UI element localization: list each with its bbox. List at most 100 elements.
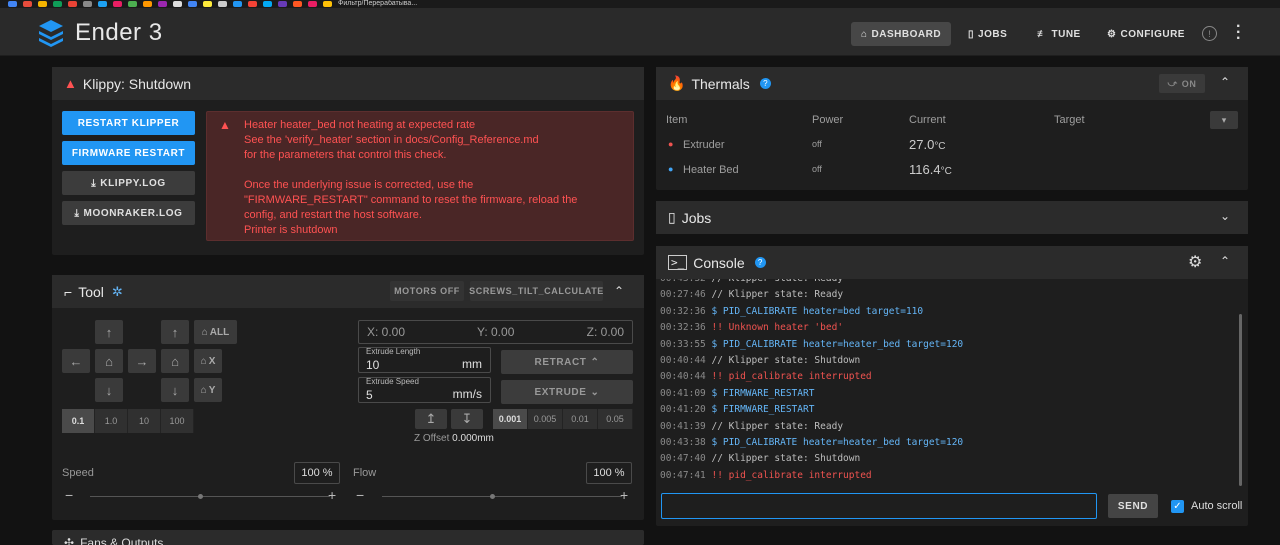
heater-current-unit: °C [940, 166, 952, 177]
nav-configure-button[interactable]: ⚙ CONFIGURE [1097, 22, 1195, 46]
flow-value-field[interactable]: 100 % [586, 462, 632, 484]
z-step-option[interactable]: 0.001 [493, 409, 528, 429]
collapse-icon[interactable]: ⌃ [614, 284, 624, 298]
speed-value-field[interactable]: 100 % [294, 462, 340, 484]
thermals-menu-button[interactable]: ▾ [1210, 111, 1238, 129]
help-icon[interactable]: ? [754, 257, 766, 268]
bookmark-icon[interactable] [68, 1, 77, 7]
speed-minus-icon[interactable]: − [65, 487, 73, 503]
nav-tune-button[interactable]: ≢ TUNE [1027, 22, 1091, 46]
extrude-speed-field[interactable]: Extrude Speed 5 mm/s [358, 377, 491, 403]
settings-gear-icon[interactable]: ⚙ [1188, 252, 1202, 272]
extrude-button[interactable]: EXTRUDE ⌄ [501, 380, 633, 404]
firmware-restart-button[interactable]: FIRMWARE RESTART [62, 141, 195, 165]
heater-current-unit: °C [934, 141, 946, 152]
col-item: Item [666, 114, 688, 126]
z-offset-down-button[interactable]: ↧ [451, 409, 483, 429]
collapse-icon[interactable]: ⌃ [1220, 75, 1230, 89]
homing-icon[interactable]: ✲ [112, 284, 123, 300]
jobs-card-header[interactable]: ▯ Jobs [656, 201, 1248, 234]
extrude-length-field[interactable]: Extrude Length 10 mm [358, 347, 491, 373]
bookmark-icon[interactable] [23, 1, 32, 7]
heater-current: 27.0°C [909, 137, 946, 152]
bookmark-icon[interactable] [98, 1, 107, 7]
more-menu-icon[interactable]: · · · [1236, 19, 1241, 47]
xy-step-option[interactable]: 1.0 [95, 409, 128, 433]
flow-minus-icon[interactable]: − [356, 487, 364, 503]
screws-tilt-button[interactable]: SCREWS_TILT_CALCULATE [469, 281, 603, 301]
jog-x-plus-button[interactable]: → [128, 349, 156, 373]
flow-plus-icon[interactable]: + [620, 487, 628, 503]
xy-step-option[interactable]: 0.1 [62, 409, 95, 433]
bookmark-label[interactable]: Фильтр/Перерабатыва... [338, 0, 417, 8]
bookmark-icon[interactable] [203, 1, 212, 7]
home-xy-button[interactable]: ⌂ [95, 349, 123, 373]
bookmark-icon[interactable] [83, 1, 92, 7]
bookmark-icon[interactable] [263, 1, 272, 7]
alert-icon: ▲ [219, 118, 231, 132]
home-y-button[interactable]: ⌂ Y [194, 378, 222, 402]
speed-plus-icon[interactable]: + [328, 487, 336, 503]
console-scrollbar[interactable] [1239, 314, 1242, 486]
z-step-option[interactable]: 0.01 [563, 409, 598, 429]
bookmark-icon[interactable] [113, 1, 122, 7]
motors-off-button[interactable]: MOTORS OFF [390, 281, 464, 301]
xy-step-option[interactable]: 10 [128, 409, 161, 433]
jobs-card[interactable]: ▯ Jobs ⌄ [656, 201, 1248, 234]
klippy-log-button[interactable]: ⤓ KLIPPY.LOG [62, 171, 195, 195]
bookmark-icon[interactable] [53, 1, 62, 7]
bookmark-icon[interactable] [38, 1, 47, 7]
klipper-logo-icon[interactable] [38, 19, 64, 52]
jog-z-plus-button[interactable]: ↑ [161, 320, 189, 344]
bookmark-icon[interactable] [233, 1, 242, 7]
jog-x-minus-button[interactable]: ← [62, 349, 90, 373]
bookmark-icon[interactable] [278, 1, 287, 7]
bookmark-icon[interactable] [143, 1, 152, 7]
home-z-button[interactable]: ⌂ [161, 349, 189, 373]
speed-slider[interactable] [90, 494, 330, 499]
z-offset-up-button[interactable]: ↥ [415, 409, 447, 429]
jog-y-plus-button[interactable]: ↑ [95, 320, 123, 344]
console-card: >_ Console ? ⚙ ⌃ SEND ✓ Auto scroll [656, 246, 1248, 526]
collapse-icon[interactable]: ⌃ [1220, 254, 1230, 268]
home-x-button[interactable]: ⌂ X [194, 349, 222, 373]
bookmark-icon[interactable] [188, 1, 197, 7]
jog-y-minus-button[interactable]: ↓ [95, 378, 123, 402]
fans-card-header[interactable]: ✣ Fans & Outputs [52, 530, 644, 545]
bookmark-icon[interactable] [218, 1, 227, 7]
send-button[interactable]: SEND [1108, 494, 1158, 518]
bookmark-icon[interactable] [128, 1, 137, 7]
home-all-button[interactable]: ⌂ ALL [194, 320, 237, 344]
bookmark-icon[interactable] [308, 1, 317, 7]
moonraker-log-button[interactable]: ⤓ MOONRAKER.LOG [62, 201, 195, 225]
z-step-option[interactable]: 0.05 [598, 409, 633, 429]
extrude-length-value[interactable]: 10 [366, 358, 379, 372]
restart-klipper-button[interactable]: RESTART KLIPPER [62, 111, 195, 135]
xy-step-option[interactable]: 100 [161, 409, 194, 433]
flow-slider[interactable] [382, 494, 622, 499]
bookmark-icon[interactable] [323, 1, 332, 7]
retract-label: RETRACT [534, 356, 587, 368]
speed-slider-handle[interactable] [198, 494, 203, 499]
bookmark-icon[interactable] [8, 1, 17, 7]
expand-icon[interactable]: ⌄ [1220, 209, 1230, 223]
console-input[interactable] [661, 493, 1097, 519]
help-icon[interactable]: ? [759, 78, 771, 89]
z-offset-value: 0.000mm [452, 433, 494, 444]
app-title[interactable]: Ender 3 [75, 19, 163, 47]
retract-button[interactable]: RETRACT ⌃ [501, 350, 633, 374]
bookmark-icon[interactable] [293, 1, 302, 7]
nav-dashboard-button[interactable]: ⌂ DASHBOARD [851, 22, 952, 46]
jog-z-minus-button[interactable]: ↓ [161, 378, 189, 402]
flow-slider-handle[interactable] [490, 494, 495, 499]
nav-jobs-button[interactable]: ▯ JOBS [958, 22, 1017, 46]
bookmark-icon[interactable] [248, 1, 257, 7]
z-step-option[interactable]: 0.005 [528, 409, 563, 429]
bookmark-icon[interactable] [173, 1, 182, 7]
extrude-speed-value[interactable]: 5 [366, 388, 373, 402]
thermals-chart-toggle[interactable]: ⤻ ON [1159, 74, 1205, 93]
nav-jobs-label: JOBS [978, 28, 1008, 40]
power-icon[interactable]: ! [1202, 26, 1217, 41]
bookmark-icon[interactable] [158, 1, 167, 7]
autoscroll-checkbox[interactable]: ✓ [1171, 500, 1184, 513]
